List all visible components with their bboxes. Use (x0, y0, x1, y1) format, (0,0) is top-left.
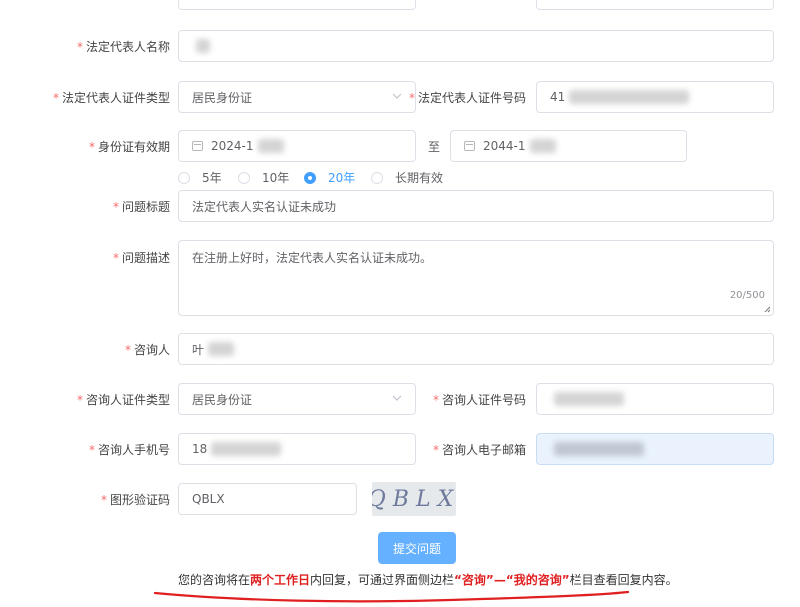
previous-field-input-right[interactable] (536, 0, 774, 10)
chevron-down-icon (391, 90, 403, 102)
consultant-email-input[interactable] (536, 433, 774, 465)
legal-rep-id-number-input[interactable]: 41 (536, 81, 774, 113)
chevron-down-icon (391, 392, 403, 404)
validity-option-permanent[interactable]: 长期有效 (371, 169, 443, 186)
legal-rep-name-label: *法定代表人名称 (77, 38, 170, 55)
issue-description-label: *问题描述 (113, 249, 170, 266)
id-validity-start-input[interactable]: 2024-1 (178, 130, 416, 162)
consultant-phone-label: *咨询人手机号 (89, 441, 170, 458)
previous-field-input[interactable] (178, 0, 416, 10)
date-range-separator: 至 (428, 138, 440, 155)
consultant-email-label: *咨询人电子邮箱 (433, 441, 526, 458)
legal-rep-id-type-select[interactable]: 居民身份证 (178, 81, 416, 113)
issue-description-textarea[interactable]: 在注册上好时，法定代表人实名认证未成功。 20/500 (178, 240, 774, 316)
legal-rep-name-input[interactable] (178, 30, 774, 62)
issue-title-label: *问题标题 (113, 198, 170, 215)
legal-rep-id-type-label: *法定代表人证件类型 (53, 89, 170, 106)
submit-question-button[interactable]: 提交问题 (378, 532, 456, 564)
validity-option-5-years[interactable]: 5年 (178, 169, 222, 186)
consultant-id-type-label: *咨询人证件类型 (77, 391, 170, 408)
validity-option-10-years[interactable]: 10年 (238, 169, 289, 186)
character-counter: 20/500 (730, 290, 765, 301)
id-validity-label: *身份证有效期 (89, 138, 170, 155)
captcha-input[interactable]: QBLX (178, 483, 357, 515)
captcha-label: *图形验证码 (101, 491, 170, 508)
consultant-input[interactable]: 叶 (178, 333, 774, 365)
resize-handle-icon[interactable] (763, 305, 771, 313)
consultant-id-type-select[interactable]: 居民身份证 (178, 383, 416, 415)
consultant-id-number-input[interactable] (536, 383, 774, 415)
consultant-label: *咨询人 (125, 341, 170, 358)
consultant-id-number-label: *咨询人证件号码 (433, 391, 526, 408)
red-underline-annotation (150, 585, 640, 605)
issue-title-input[interactable]: 法定代表人实名认证未成功 (178, 190, 774, 222)
captcha-image[interactable]: QBLX (372, 482, 456, 516)
id-validity-end-input[interactable]: 2044-1 (450, 130, 687, 162)
validity-option-20-years[interactable]: 20年 (304, 169, 355, 186)
calendar-icon (192, 141, 203, 151)
consultant-phone-input[interactable]: 18 (178, 433, 416, 465)
calendar-icon (464, 141, 475, 151)
legal-rep-id-number-label: *法定代表人证件号码 (409, 89, 526, 106)
